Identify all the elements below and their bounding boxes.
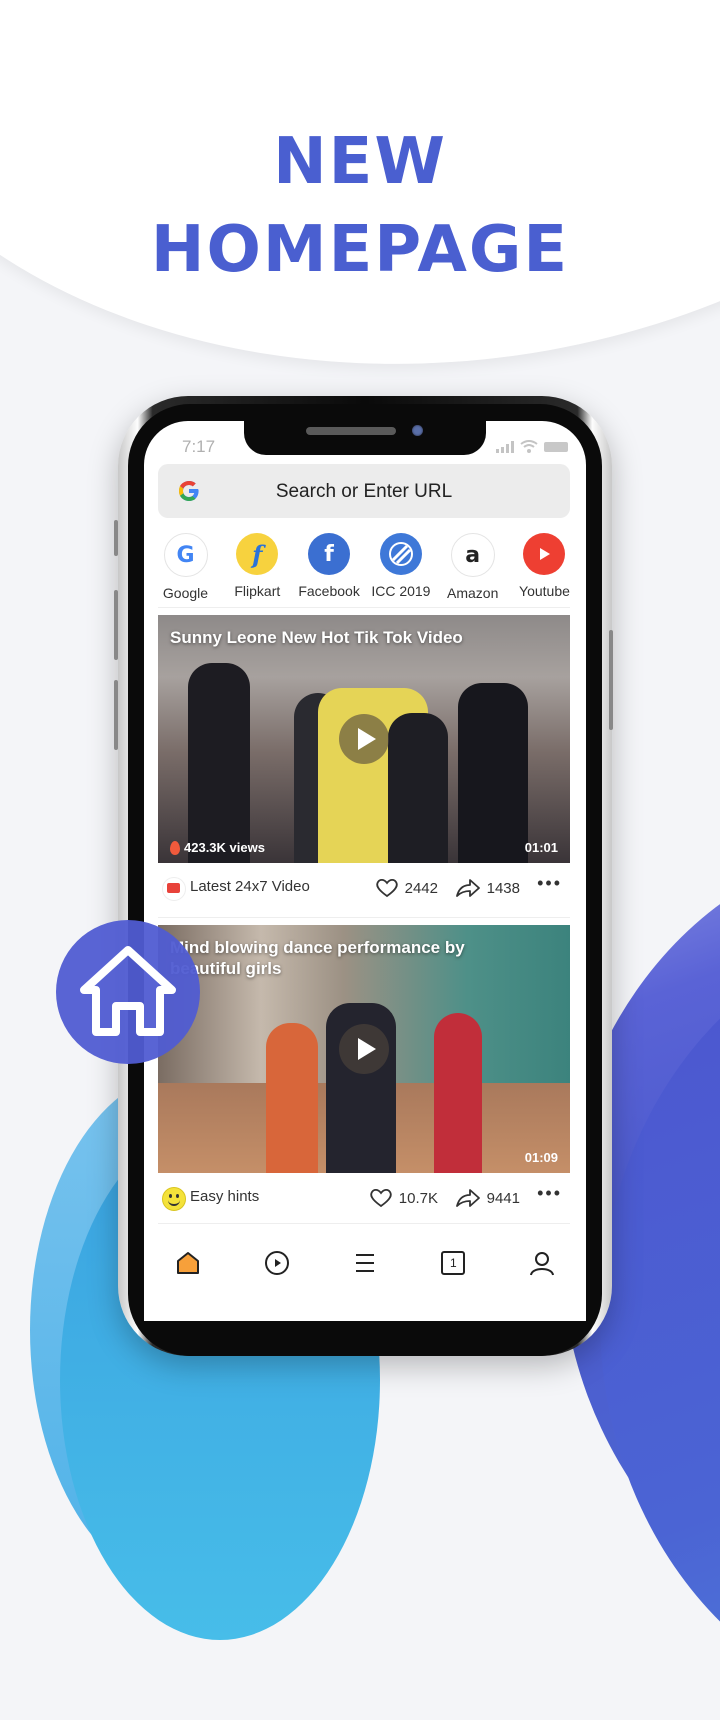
- shortcut-label: Facebook: [298, 583, 360, 599]
- play-icon[interactable]: [339, 1024, 389, 1074]
- camera: [412, 425, 423, 436]
- share-count: 9441: [486, 1189, 520, 1207]
- search-bar[interactable]: Search or Enter URL: [158, 464, 570, 518]
- views-text: 423.3K views: [184, 840, 265, 855]
- thumbnail-figure: [388, 713, 448, 863]
- icc-icon: [379, 533, 422, 575]
- phone-power-button: [609, 630, 613, 730]
- shortcut-label: Amazon: [447, 585, 499, 601]
- wifi-icon: [520, 440, 538, 453]
- card-meta: Latest 24x7 Video 2442 1438 •••: [158, 863, 570, 911]
- like-count: 2442: [404, 879, 438, 897]
- shortcut-label: ICC 2019: [371, 583, 431, 599]
- phone-screen: 7:17 Search or Enter URL G Google f Flip…: [144, 421, 586, 1321]
- video-duration: 01:09: [524, 1150, 558, 1165]
- tab-count: 1: [450, 1256, 457, 1270]
- nav-tabs[interactable]: 1: [433, 1243, 473, 1283]
- like-count: 10.7K: [398, 1189, 438, 1207]
- like-button[interactable]: 2442: [375, 878, 438, 898]
- feed-card[interactable]: Mind blowing dance performance by beauti…: [158, 925, 570, 1221]
- profile-icon: [529, 1252, 554, 1276]
- more-options-icon[interactable]: •••: [537, 873, 562, 894]
- tv-source-icon: [162, 877, 186, 901]
- nav-video[interactable]: [257, 1243, 297, 1283]
- headline-line2: HOMEPAGE: [150, 213, 570, 287]
- more-options-icon[interactable]: •••: [537, 1183, 562, 1204]
- thumbnail-figure: [188, 663, 250, 863]
- bottom-nav: 1: [144, 1233, 586, 1293]
- share-button[interactable]: 9441: [455, 1188, 520, 1208]
- battery-icon: [544, 441, 568, 452]
- home-feature-badge: [56, 920, 200, 1064]
- facebook-icon: f: [308, 533, 351, 575]
- shortcut-youtube[interactable]: Youtube: [509, 533, 580, 601]
- shortcut-label: Youtube: [519, 583, 570, 599]
- divider: [158, 1223, 570, 1224]
- view-count: 423.3K views: [170, 840, 265, 855]
- card-meta: Easy hints 10.7K 9441 •••: [158, 1173, 570, 1221]
- play-circle-icon: [264, 1251, 289, 1275]
- heart-icon: [375, 878, 398, 898]
- notch: [244, 421, 486, 455]
- video-thumbnail[interactable]: Mind blowing dance performance by beauti…: [158, 925, 570, 1173]
- smiley-source-icon: [162, 1187, 186, 1211]
- headline: NEW HOMEPAGE: [0, 118, 720, 294]
- status-icons: [496, 440, 568, 453]
- signal-icon: [496, 440, 514, 453]
- tabs-icon: 1: [441, 1251, 466, 1275]
- divider: [158, 917, 570, 918]
- shortcut-google[interactable]: G Google: [150, 533, 221, 601]
- nav-home[interactable]: [168, 1243, 208, 1283]
- menu-icon: [355, 1254, 374, 1272]
- play-icon[interactable]: [339, 714, 389, 764]
- status-time: 7:17: [182, 437, 216, 456]
- shortcut-flipkart[interactable]: f Flipkart: [222, 533, 293, 601]
- shortcut-amazon[interactable]: a Amazon: [437, 533, 508, 601]
- phone-mute-button: [114, 520, 118, 556]
- source-name[interactable]: Latest 24x7 Video: [190, 878, 310, 895]
- flame-icon: [170, 840, 180, 855]
- phone-volume-up-button: [114, 590, 118, 660]
- headline-line1: NEW: [273, 125, 447, 199]
- nav-menu[interactable]: [345, 1243, 385, 1283]
- flipkart-icon: f: [236, 533, 279, 575]
- shortcut-label: Flipkart: [234, 583, 281, 599]
- thumbnail-figure: [266, 1023, 318, 1173]
- google-icon: G: [163, 533, 208, 577]
- shortcut-row: G Google f Flipkart f Facebook ICC 2019 …: [150, 533, 580, 601]
- share-arrow-icon: [455, 879, 480, 897]
- feed-card[interactable]: Sunny Leone New Hot Tik Tok Video 423.3K…: [158, 615, 570, 911]
- heart-icon: [370, 1188, 392, 1208]
- share-arrow-icon: [455, 1189, 480, 1207]
- home-icon: [177, 1252, 200, 1274]
- thumbnail-figure: [458, 683, 528, 863]
- video-duration: 01:01: [524, 840, 558, 855]
- nav-profile[interactable]: [522, 1243, 562, 1283]
- thumbnail-figure: [434, 1013, 482, 1173]
- speaker: [306, 427, 396, 435]
- video-thumbnail[interactable]: Sunny Leone New Hot Tik Tok Video 423.3K…: [158, 615, 570, 863]
- amazon-icon: a: [450, 533, 495, 577]
- youtube-icon: [523, 533, 566, 575]
- share-count: 1438: [486, 879, 520, 897]
- shortcut-facebook[interactable]: f Facebook: [294, 533, 365, 601]
- video-title: Mind blowing dance performance by beauti…: [170, 938, 465, 978]
- divider: [158, 607, 570, 608]
- share-button[interactable]: 1438: [455, 878, 520, 898]
- video-title: Sunny Leone New Hot Tik Tok Video: [170, 628, 463, 647]
- phone-volume-down-button: [114, 680, 118, 750]
- search-input[interactable]: Search or Enter URL: [158, 481, 570, 503]
- source-name[interactable]: Easy hints: [190, 1188, 259, 1205]
- like-button[interactable]: 10.7K: [369, 1188, 438, 1208]
- home-outline-icon: [80, 946, 176, 1036]
- shortcut-icc[interactable]: ICC 2019: [365, 533, 436, 601]
- shortcut-label: Google: [162, 585, 209, 601]
